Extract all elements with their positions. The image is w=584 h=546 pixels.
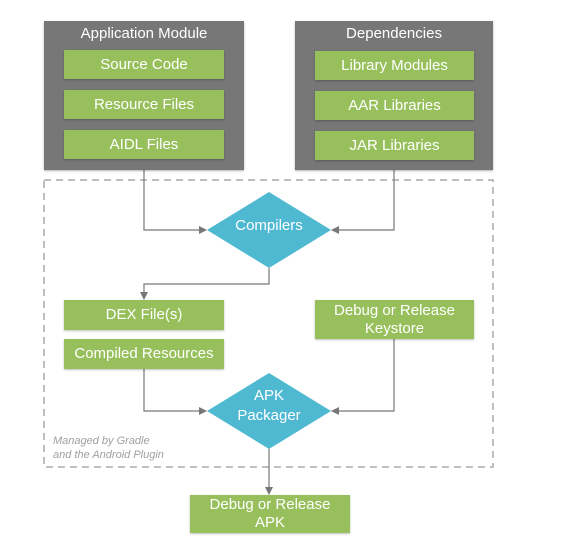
keystore-line2: Keystore: [364, 319, 425, 337]
managed-by-gradle-note: Managed by Gradle and the Android Plugin: [53, 434, 164, 462]
apk-packager-line2: Packager: [237, 407, 301, 424]
build-process-diagram: Application Module Source Code Resource …: [0, 0, 584, 546]
panel-title: Application Module: [80, 25, 208, 42]
final-apk-box: Debug or Release APK: [190, 495, 350, 533]
source-code-box: Source Code: [64, 50, 224, 79]
compilers-label: Compilers: [235, 217, 303, 234]
aidl-files-box: AIDL Files: [64, 130, 224, 159]
note-line2: and the Android Plugin: [53, 449, 164, 461]
dex-files-box: DEX File(s): [64, 300, 224, 330]
apk-packager-line1: APK: [253, 387, 284, 404]
note-line1: Managed by Gradle: [53, 435, 150, 447]
resource-files-box: Resource Files: [64, 90, 224, 119]
keystore-box: Debug or Release Keystore: [315, 300, 474, 339]
arrow-resources-to-packager: [143, 369, 207, 415]
aar-libraries-box: AAR Libraries: [315, 91, 474, 120]
arrow-compilers-to-dex: [140, 268, 270, 300]
final-apk-line1: Debug or Release: [209, 496, 331, 513]
compiled-resources-box: Compiled Resources: [64, 339, 224, 369]
arrow-keystore-to-packager: [331, 339, 395, 415]
keystore-line1: Debug or Release: [334, 301, 455, 319]
apk-packager-label: APK Packager: [207, 386, 331, 426]
arrow-app-to-compilers: [143, 170, 207, 234]
arrow-deps-to-compilers: [331, 170, 395, 234]
library-modules-box: Library Modules: [315, 51, 474, 80]
final-apk-line2: APK: [254, 514, 285, 531]
jar-libraries-box: JAR Libraries: [315, 131, 474, 160]
panel-title: Dependencies: [346, 25, 442, 42]
